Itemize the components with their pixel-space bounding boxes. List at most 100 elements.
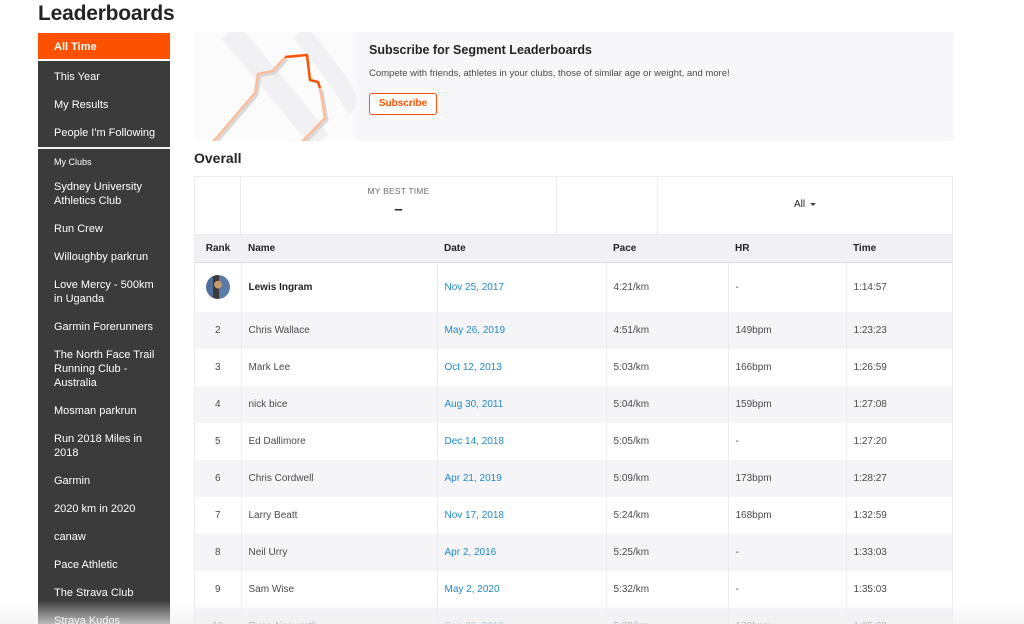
sidebar: All Time This Year My Results People I'm… — [38, 33, 170, 624]
pace-cell: 5:25/km — [606, 534, 729, 571]
sidebar-club-item[interactable]: 2020 km in 2020 — [38, 502, 170, 516]
time-cell: 1:27:20 — [853, 436, 887, 447]
table-row: 6 Chris Cordwell Apr 21, 2019 5:09/km 173bpm… — [195, 460, 952, 497]
time-cell: 1:32:59 — [853, 510, 887, 521]
activity-date-link[interactable]: Apr 2, 2016 — [445, 547, 497, 558]
sidebar-item-this-year[interactable]: This Year — [38, 70, 170, 84]
sidebar-club-item[interactable]: Run Crew — [38, 222, 170, 236]
route-map-image — [194, 32, 364, 141]
sidebar-club-item[interactable]: Willoughby parkrun — [38, 250, 170, 264]
sidebar-club-item[interactable]: The North Face Trail Running Club - Aust… — [38, 348, 170, 390]
pace-cell: 5:03/km — [606, 349, 729, 386]
pace-cell: 5:33/km — [606, 608, 729, 624]
hr-cell: - — [728, 423, 847, 460]
athlete-name[interactable]: Russ Ainsworth — [241, 608, 438, 624]
table-header-row: Rank Name Date Pace HR Time — [195, 235, 952, 263]
activity-date-link[interactable]: Nov 17, 2018 — [445, 510, 505, 521]
pace-cell: 5:04/km — [606, 386, 729, 423]
sidebar-item-all-time[interactable]: All Time — [38, 33, 170, 61]
page-title: Leaderboards — [38, 2, 175, 25]
activity-date-link[interactable]: Apr 21, 2019 — [445, 473, 502, 484]
col-pace[interactable]: Pace — [606, 235, 728, 263]
time-cell: 1:35:28 — [846, 608, 952, 624]
col-time[interactable]: Time — [846, 235, 952, 263]
hr-cell: 168bpm — [728, 497, 847, 534]
time-cell: 1:28:27 — [853, 473, 887, 484]
time-cell: 1:14:57 — [853, 281, 887, 293]
promo-description: Compete with friends, athletes in your c… — [369, 68, 730, 79]
my-best-time-label: MY BEST TIME — [367, 186, 430, 196]
promo-title: Subscribe for Segment Leaderboards — [369, 43, 592, 57]
my-clubs-label: My Clubs — [54, 157, 92, 167]
rank-cell: 8 — [195, 534, 242, 571]
athlete-name[interactable]: Sam Wise — [241, 571, 438, 608]
leaderboard-table: Rank Name Date Pace HR Time Lewis Ingram… — [195, 235, 952, 624]
pace-cell: 5:09/km — [606, 460, 729, 497]
avatar[interactable] — [205, 275, 230, 300]
activity-date-link[interactable]: Dec 14, 2018 — [445, 436, 505, 447]
subscribe-promo: Subscribe for Segment Leaderboards Compe… — [194, 32, 954, 141]
hr-cell: 159bpm — [728, 386, 847, 423]
activity-date-link[interactable]: Nov 25, 2017 — [445, 282, 505, 293]
sidebar-club-item[interactable]: Garmin — [38, 474, 170, 488]
athlete-name[interactable]: Lewis Ingram — [241, 262, 438, 312]
hr-cell: - — [728, 262, 847, 312]
table-row: 10Russ AinsworthSep 30, 20185:33/km170bp… — [195, 608, 952, 624]
hr-cell: 149bpm — [728, 312, 847, 349]
activity-date-link[interactable]: Oct 12, 2013 — [445, 362, 502, 373]
athlete-name[interactable]: nick bice — [241, 386, 438, 423]
col-date[interactable]: Date — [437, 235, 606, 263]
athlete-name[interactable]: Chris Wallace — [241, 312, 438, 349]
hr-cell: 173bpm — [728, 460, 847, 497]
col-name[interactable]: Name — [241, 235, 437, 263]
sidebar-club-item[interactable]: Pace Athletic — [38, 558, 170, 572]
sidebar-club-item[interactable]: Sydney University Athletics Club — [38, 180, 170, 208]
athlete-name[interactable]: Ed Dallimore — [241, 423, 438, 460]
table-row: 3 Mark Lee Oct 12, 2013 5:03/km 166bpm 1:26:5… — [195, 349, 952, 386]
time-cell: 1:23:23 — [853, 325, 887, 336]
table-row: 2 Chris Wallace May 26, 2019 4:51/km 149bpm 1… — [195, 312, 952, 349]
overall-heading: Overall — [194, 150, 242, 166]
stats-row: MY BEST TIME – All — [195, 177, 952, 235]
rank-cell: 2 — [195, 312, 242, 349]
col-hr[interactable]: HR — [728, 235, 846, 263]
rank-cell: 9 — [195, 571, 242, 608]
rank-cell: 10 — [195, 608, 242, 624]
sidebar-club-item[interactable]: canaw — [38, 530, 170, 544]
sidebar-club-item[interactable]: The Strava Club — [38, 586, 170, 600]
activity-date-link[interactable]: Aug 30, 2011 — [445, 399, 504, 410]
hr-cell: 170bpm — [728, 608, 847, 624]
athlete-name[interactable]: Larry Beatt — [241, 497, 438, 534]
rank-cell — [195, 262, 242, 312]
time-cell: 1:33:03 — [853, 547, 887, 558]
activity-date-link[interactable]: May 2, 2020 — [445, 584, 500, 595]
table-row: 4 nick bice Aug 30, 2011 5:04/km 159bpm 1:27:… — [195, 386, 952, 423]
pace-cell: 5:05/km — [606, 423, 729, 460]
table-row: 5 Ed Dallimore Dec 14, 2018 5:05/km -1:27:20 — [195, 423, 952, 460]
athlete-name[interactable]: Mark Lee — [241, 349, 438, 386]
athlete-name[interactable]: Neil Urry — [241, 534, 438, 571]
sidebar-club-item[interactable]: Mosman parkrun — [38, 404, 170, 418]
hr-cell: - — [728, 571, 847, 608]
subscribe-button[interactable]: Subscribe — [369, 93, 437, 115]
sidebar-item-people-following[interactable]: People I'm Following — [38, 126, 170, 140]
sidebar-club-item[interactable]: Love Mercy - 500km in Uganda — [38, 278, 170, 306]
pace-cell: 4:21/km — [606, 262, 729, 312]
rank-cell: 6 — [195, 460, 242, 497]
rank-cell: 4 — [195, 386, 242, 423]
hr-cell: 166bpm — [728, 349, 847, 386]
time-cell: 1:27:08 — [853, 399, 887, 410]
table-row: Lewis Ingram Nov 25, 2017 4:21/km -1:14:57 — [195, 262, 952, 312]
leaderboard-filter-dropdown[interactable]: All — [658, 199, 952, 210]
sidebar-item-my-results[interactable]: My Results — [38, 98, 170, 112]
sidebar-club-item[interactable]: Strava Kudos — [38, 614, 170, 624]
athlete-name[interactable]: Chris Cordwell — [241, 460, 438, 497]
activity-date-link[interactable]: May 26, 2019 — [445, 325, 506, 336]
time-cell: 1:35:03 — [853, 584, 887, 595]
hr-cell: - — [728, 534, 847, 571]
col-rank[interactable]: Rank — [195, 235, 241, 263]
time-cell: 1:26:59 — [853, 362, 887, 373]
sidebar-club-item[interactable]: Garmin Forerunners — [38, 320, 170, 334]
sidebar-club-item[interactable]: Run 2018 Miles in 2018 — [38, 432, 170, 460]
pace-cell: 4:51/km — [606, 312, 729, 349]
